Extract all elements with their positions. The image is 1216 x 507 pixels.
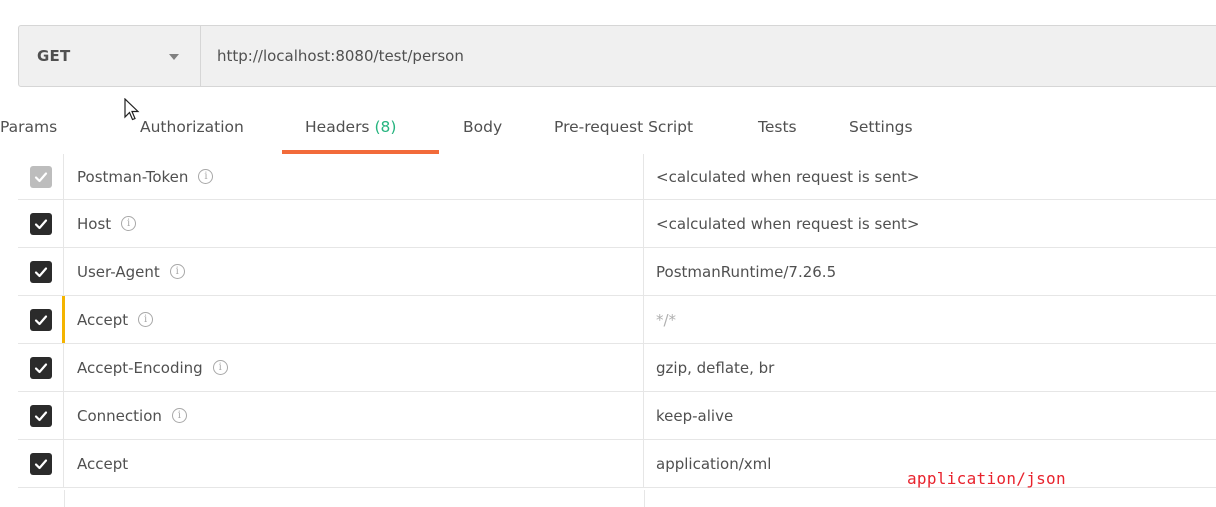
table-row-partial <box>18 490 1216 507</box>
tab-settings[interactable]: Settings <box>849 118 913 136</box>
tab-headers-label: Headers <box>305 118 370 136</box>
header-value: */* <box>656 310 677 329</box>
header-value: gzip, deflate, br <box>656 358 775 377</box>
headers-count: (8) <box>374 118 397 136</box>
header-key: Postman-Token <box>77 167 189 186</box>
tab-headers[interactable]: Headers (8) <box>305 118 396 136</box>
header-value-cell[interactable]: keep-alive <box>644 392 1216 439</box>
tab-pre-request-script[interactable]: Pre-request Script <box>554 118 693 136</box>
header-key-cell[interactable]: Accept <box>64 440 644 487</box>
header-key: Accept-Encoding <box>77 358 203 377</box>
checkmark-icon <box>34 266 47 277</box>
url-input[interactable]: http://localhost:8080/test/person <box>201 47 464 65</box>
row-checkbox[interactable] <box>29 356 52 379</box>
headers-table: Postman-Token i <calculated when request i… <box>18 154 1216 488</box>
tab-authorization[interactable]: Authorization <box>140 118 244 136</box>
checkmark-icon <box>34 218 47 229</box>
info-icon[interactable]: i <box>212 360 228 375</box>
header-key-cell[interactable]: Postman-Token i <box>64 154 644 199</box>
header-value: keep-alive <box>656 406 734 425</box>
header-key-cell[interactable]: Accept-Encoding i <box>64 344 644 391</box>
row-checkbox-cell <box>18 200 64 247</box>
header-key: Accept <box>77 310 129 329</box>
header-value-cell[interactable]: PostmanRuntime/7.26.5 <box>644 248 1216 295</box>
header-value-cell[interactable]: <calculated when request is sent> <box>644 200 1216 247</box>
caret-down-icon <box>169 54 179 60</box>
row-checkbox[interactable] <box>29 260 52 283</box>
checkmark-icon <box>34 410 47 421</box>
tab-params[interactable]: Params <box>0 118 57 136</box>
header-value-cell[interactable]: <calculated when request is sent> <box>644 154 1216 199</box>
info-icon[interactable]: i <box>198 169 214 184</box>
mouse-cursor-icon <box>124 98 140 121</box>
header-key: Host <box>77 214 112 233</box>
row-edit-indicator <box>62 296 65 343</box>
info-icon[interactable]: i <box>171 408 187 423</box>
info-icon[interactable]: i <box>169 264 185 279</box>
header-key: Connection <box>77 406 162 425</box>
checkmark-icon <box>34 362 47 373</box>
header-key-cell[interactable]: Connection i <box>64 392 644 439</box>
row-checkbox[interactable] <box>29 404 52 427</box>
header-value-cell[interactable]: gzip, deflate, br <box>644 344 1216 391</box>
method-label: GET <box>37 47 71 65</box>
header-key: Accept <box>77 454 129 473</box>
header-key-cell[interactable]: Accept i <box>64 296 644 343</box>
handwritten-annotation: application/json <box>907 469 1066 488</box>
info-icon[interactable]: i <box>138 312 154 327</box>
table-row: Accept i */* <box>18 296 1216 344</box>
request-bar: GET http://localhost:8080/test/person <box>18 25 1216 87</box>
row-checkbox[interactable] <box>29 308 52 331</box>
checkmark-icon <box>34 458 47 469</box>
row-checkbox[interactable] <box>29 212 52 235</box>
table-row: Connection i keep-alive <box>18 392 1216 440</box>
header-key-cell[interactable]: Host i <box>64 200 644 247</box>
tab-tests[interactable]: Tests <box>758 118 797 136</box>
table-row: User-Agent i PostmanRuntime/7.26.5 <box>18 248 1216 296</box>
row-checkbox <box>29 165 52 188</box>
header-key: User-Agent <box>77 262 160 281</box>
header-value-cell[interactable]: */* <box>644 296 1216 343</box>
row-checkbox-cell <box>18 296 65 343</box>
header-value: <calculated when request is sent> <box>656 214 920 233</box>
header-value: PostmanRuntime/7.26.5 <box>656 262 837 281</box>
table-row: Host i <calculated when request is sent> <box>18 200 1216 248</box>
table-row: Postman-Token i <calculated when request i… <box>18 154 1216 200</box>
row-checkbox-cell <box>18 392 64 439</box>
header-key-cell[interactable]: User-Agent i <box>64 248 644 295</box>
table-row: Accept-Encoding i gzip, deflate, br <box>18 344 1216 392</box>
info-icon[interactable]: i <box>121 216 137 231</box>
row-checkbox-cell <box>18 344 64 391</box>
method-select[interactable]: GET <box>19 26 201 86</box>
header-value: <calculated when request is sent> <box>656 167 920 186</box>
header-value: application/xml <box>656 454 772 473</box>
checkmark-icon <box>34 171 47 182</box>
checkmark-icon <box>34 314 47 325</box>
row-checkbox[interactable] <box>29 452 52 475</box>
row-checkbox-cell <box>18 154 64 199</box>
request-tabs: Params Authorization Headers (8) Body Pr… <box>0 108 1216 154</box>
row-checkbox-cell <box>18 440 64 487</box>
tab-body[interactable]: Body <box>463 118 502 136</box>
row-checkbox-cell <box>18 248 64 295</box>
